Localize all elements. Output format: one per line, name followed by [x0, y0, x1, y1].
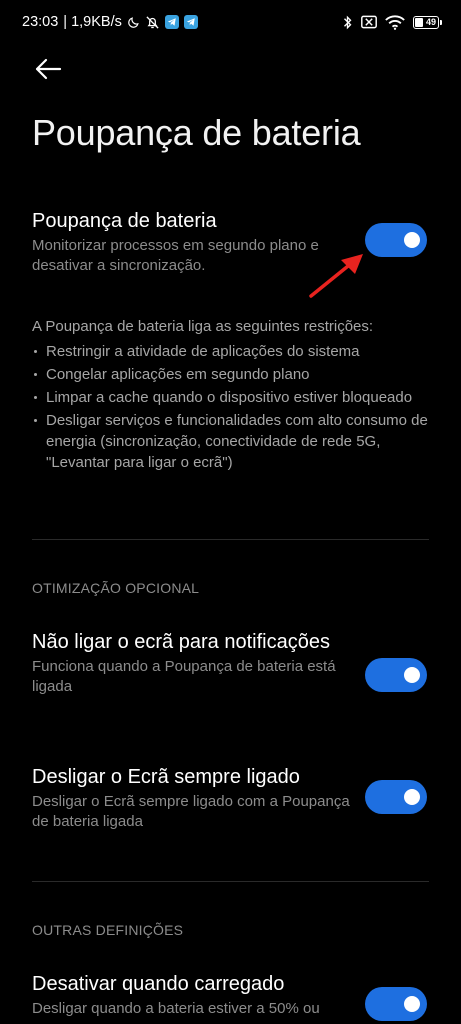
disable-when-charged-toggle[interactable]	[365, 987, 427, 1021]
status-time: 23:03	[22, 14, 59, 30]
section-header-optional: OTIMIZAÇÃO OPCIONAL	[32, 580, 200, 596]
no-screen-on-notifications-toggle[interactable]	[365, 658, 427, 692]
list-item: Desligar serviços e funcionalidades com …	[32, 410, 432, 473]
back-button[interactable]	[28, 52, 68, 86]
divider	[32, 881, 429, 882]
wifi-icon	[385, 15, 405, 30]
battery-level: 49	[425, 17, 436, 27]
list-item: Congelar aplicações em segundo plano	[32, 364, 432, 385]
setting-title: Desativar quando carregado	[32, 973, 285, 995]
divider	[32, 539, 429, 540]
restrictions-info: A Poupança de bateria liga as seguintes …	[32, 316, 432, 475]
page-title: Poupança de bateria	[32, 112, 361, 153]
setting-title: Não ligar o ecrã para notificações	[32, 631, 330, 653]
no-sim-icon	[361, 15, 377, 29]
moon-icon	[127, 16, 140, 29]
section-header-other: OUTRAS DEFINIÇÕES	[32, 922, 184, 938]
status-left: 23:03 | 1,9KB/s	[22, 14, 198, 30]
toggle-knob	[404, 667, 420, 683]
disable-always-on-display-toggle[interactable]	[365, 780, 427, 814]
toggle-knob	[404, 996, 420, 1012]
setting-title: Desligar o Ecrã sempre ligado	[32, 766, 300, 788]
battery-icon: 49	[413, 15, 442, 29]
telegram-icon	[164, 15, 179, 29]
list-item: Limpar a cache quando o dispositivo esti…	[32, 387, 432, 408]
status-right: 49	[342, 15, 442, 30]
restrictions-intro: A Poupança de bateria liga as seguintes …	[32, 318, 374, 335]
status-bar: 23:03 | 1,9KB/s 49	[0, 0, 461, 44]
list-item: Restringir a atividade de aplicações do …	[32, 341, 432, 362]
toggle-knob	[404, 789, 420, 805]
toggle-knob	[404, 232, 420, 248]
setting-title: Poupança de bateria	[32, 210, 217, 232]
bluetooth-icon	[342, 15, 353, 30]
setting-subtitle: Funciona quando a Poupança de bateria es…	[32, 658, 336, 695]
setting-subtitle: Desligar o Ecrã sempre ligado com a Poup…	[32, 793, 350, 830]
setting-subtitle: Desligar quando a bateria estiver a 50% …	[32, 1000, 320, 1017]
back-arrow-icon	[35, 58, 62, 80]
bell-muted-icon	[145, 15, 160, 30]
red-arrow-annotation	[309, 254, 363, 298]
battery-saver-toggle[interactable]	[365, 223, 427, 257]
status-network-speed: | 1,9KB/s	[63, 14, 122, 30]
restrictions-list: Restringir a atividade de aplicações do …	[32, 341, 432, 473]
telegram-icon	[183, 15, 198, 29]
